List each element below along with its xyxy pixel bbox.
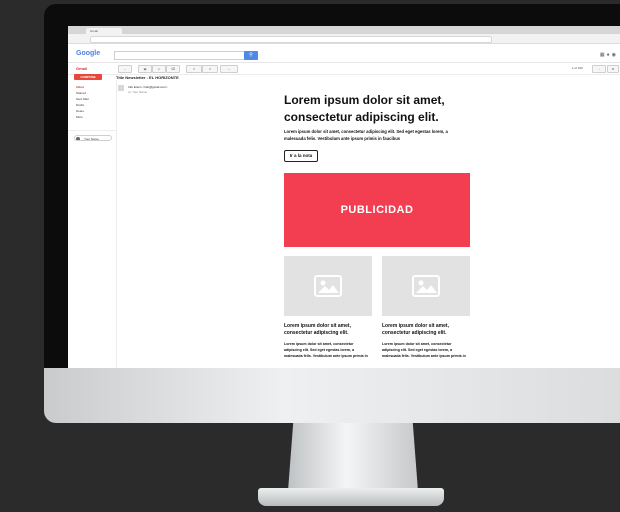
newsletter-intro: Lorem ipsum dolor sit amet, consectetur … [284,129,448,141]
search-button[interactable]: ⚲ [244,51,258,60]
monitor-chin [44,368,620,423]
label-icon: ▾ [209,67,211,71]
email-subject: Title Newsletter - EL HORIZONTE [116,75,179,80]
compose-button[interactable]: COMPOSE [74,74,102,80]
account-icon[interactable]: ◉ [612,52,618,58]
chat-user[interactable]: Your Name [74,135,112,141]
card-title[interactable]: Lorem ipsum dolor sit amet, consectetur … [284,323,372,337]
archive-icon: ▣ [143,67,147,71]
move-to-button[interactable]: ▾ [186,65,202,73]
header-icons: ▦●◉ [600,52,618,58]
gmail-label[interactable]: Gmail [76,66,87,71]
labels-button[interactable]: ▾ [202,65,218,73]
trash-icon: ⌫ [170,67,176,71]
folder-icon: ▾ [193,67,195,71]
card-image-placeholder [284,256,372,316]
delete-button[interactable]: ⌫ [166,65,180,73]
sidebar-divider [68,130,116,131]
archive-button[interactable]: ▣ [138,65,152,73]
apps-icon[interactable]: ▦ [600,52,607,58]
pager-nav-button[interactable]: ‹ [592,65,606,73]
search-input[interactable] [114,51,246,60]
sender-name: Info Enum <info@gmail.com> [128,85,168,89]
monitor-stand-base [258,488,444,506]
gear-icon: ⚙ [611,67,615,71]
recipient-line: to: Your Name [128,90,148,94]
card-text: Lorem ipsum dolor sit amet, consectetur … [382,342,466,358]
search-icon: ⚲ [249,52,253,58]
card-image-placeholder [382,256,470,316]
back-arrow-icon: ← [123,67,127,71]
newsletter-title: Lorem ipsum dolor sit amet, consectetur … [284,93,445,124]
spam-icon: ⚠ [157,67,161,71]
chevron-left-icon: ‹ [598,67,600,71]
monitor-screen: Gmail Google ⚲ ▦●◉ Gmail ← ▣ ⚠ ⌫ ▾ ▾ ⋯ 1… [68,26,620,368]
sender-avatar [118,85,124,91]
newsletter-body: Lorem ipsum dolor sit amet, consectetur … [284,26,474,368]
ad-banner[interactable]: PUBLICIDAD [284,173,470,247]
spam-button[interactable]: ⚠ [152,65,166,73]
more-button[interactable]: ⋯ [220,65,238,73]
settings-button[interactable]: ⚙ [607,65,619,73]
image-placeholder-icon [314,275,342,297]
card-title[interactable]: Lorem ipsum dolor sit amet, consectetur … [382,323,470,337]
pager-count: 1 of 100 [572,66,583,70]
card-text: Lorem ipsum dolor sit amet, consectetur … [284,342,368,358]
sidebar-nav: Inbox Starred Sent Mail Drafts Notes Mor… [76,84,89,120]
more-icon: ⋯ [227,67,231,71]
google-logo: Google [76,50,101,57]
sidebar-border [116,80,117,368]
monitor-stand [288,423,418,491]
image-placeholder-icon [412,275,440,297]
read-article-button[interactable]: Ir a la nota [284,150,318,162]
back-button[interactable]: ← [118,65,132,73]
sidebar-item-more[interactable]: More [76,114,89,120]
